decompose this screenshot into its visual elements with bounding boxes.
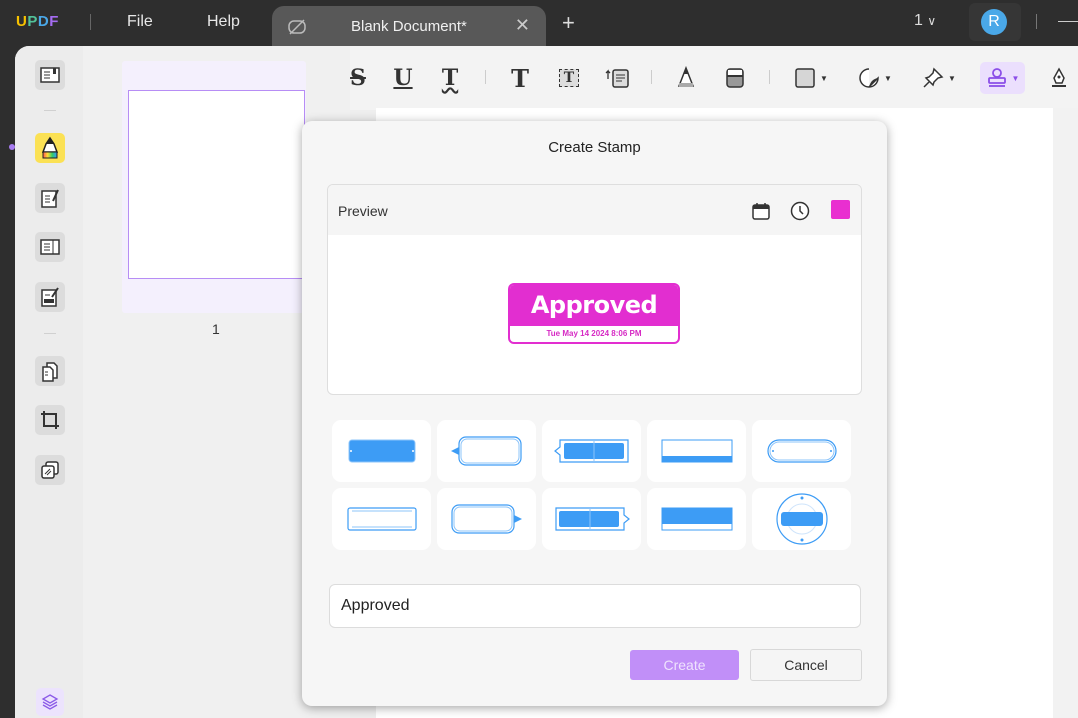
window-selector[interactable]: 1 ∨: [914, 12, 936, 30]
stamp-button[interactable]: ▼: [980, 62, 1025, 94]
rectangle-icon: [795, 68, 815, 88]
form-button[interactable]: [35, 232, 65, 262]
cancel-button[interactable]: Cancel: [750, 649, 862, 681]
stamp-style-option[interactable]: [437, 488, 536, 550]
dropdown-caret-icon: ▼: [1011, 73, 1020, 83]
divider: [485, 70, 486, 84]
squiggly-icon: T: [441, 65, 459, 91]
calendar-icon[interactable]: [751, 201, 771, 226]
divider: [651, 70, 652, 84]
pen-nib-icon: [1052, 67, 1066, 87]
minimize-button[interactable]: [1058, 21, 1078, 22]
preview-header: Preview: [328, 185, 861, 235]
sticker-icon: [859, 68, 879, 88]
stamp-name-input[interactable]: [329, 584, 861, 628]
pencil-button[interactable]: [671, 62, 701, 94]
layers-icon: [41, 694, 59, 710]
pages-icon: [42, 362, 58, 382]
pencil-icon: [677, 66, 695, 87]
strikethrough-icon: S: [350, 65, 366, 91]
stamp-preview-panel: Preview Approved Tue May 14 2024 8:06 PM: [327, 184, 862, 395]
dropdown-caret-icon: ▼: [884, 73, 892, 83]
eraser-button[interactable]: [720, 62, 750, 94]
watermark-icon: [41, 461, 59, 479]
layers-button[interactable]: [36, 688, 64, 716]
comment-button[interactable]: [35, 133, 65, 163]
stamp-style-option[interactable]: [647, 420, 746, 482]
stamp-preview: Approved Tue May 14 2024 8:06 PM: [508, 283, 680, 344]
menu-file[interactable]: File: [127, 13, 153, 31]
active-indicator: [9, 144, 15, 150]
eraser-icon: [726, 68, 744, 88]
stamp-style-option[interactable]: [752, 488, 851, 550]
form-icon: [40, 239, 60, 255]
divider: [90, 14, 91, 30]
reader-button[interactable]: [35, 60, 65, 90]
menu-help[interactable]: Help: [207, 13, 240, 31]
divider: [769, 70, 770, 84]
highlighter-icon: [41, 136, 59, 159]
page-number: 1: [212, 321, 220, 337]
pin-icon: [923, 67, 944, 88]
sign-document-icon: [41, 287, 59, 307]
divider: [44, 333, 56, 334]
text-button[interactable]: T: [505, 62, 535, 94]
underline-button[interactable]: U: [388, 62, 418, 94]
text-callout-button[interactable]: [603, 62, 633, 94]
stamp-style-option[interactable]: [647, 488, 746, 550]
underline-icon: U: [393, 65, 413, 91]
crop-icon: [41, 411, 59, 429]
watermark-button[interactable]: [35, 455, 65, 485]
color-picker-swatch[interactable]: [831, 200, 850, 219]
dropdown-caret-icon: ▼: [820, 73, 828, 83]
edit-document-icon: [41, 189, 59, 208]
tab-title: Blank Document*: [351, 18, 467, 35]
stamp-text: Approved: [510, 285, 678, 326]
create-button[interactable]: Create: [630, 650, 739, 680]
organize-pages-button[interactable]: [35, 356, 65, 386]
tab-blank-document[interactable]: Blank Document* ✕: [272, 6, 546, 46]
shape-button[interactable]: ▼: [790, 62, 832, 94]
scroll-area: [1053, 108, 1078, 718]
sticker-button[interactable]: ▼: [854, 62, 896, 94]
edit-pdf-button[interactable]: [35, 183, 65, 213]
page-thumbnail-image[interactable]: [128, 90, 305, 279]
squiggly-button[interactable]: T: [435, 62, 465, 94]
stamp-icon: [987, 68, 1006, 87]
text-callout-icon: [605, 69, 629, 88]
window-count: 1: [914, 12, 923, 29]
account-button[interactable]: R: [969, 3, 1021, 41]
stamp-style-option[interactable]: [542, 488, 641, 550]
strikethrough-button[interactable]: S: [348, 62, 368, 94]
app-logo: UPDF: [16, 13, 59, 30]
chevron-down-icon: ∨: [927, 14, 937, 28]
hide-icon[interactable]: [286, 17, 308, 42]
book-icon: [40, 67, 60, 83]
create-stamp-dialog: Create Stamp Preview Approved Tue May 14…: [302, 121, 887, 706]
signature-button[interactable]: [1045, 62, 1073, 94]
stamp-style-option[interactable]: [752, 420, 851, 482]
stamp-style-option[interactable]: [542, 420, 641, 482]
stamp-style-option[interactable]: [332, 420, 431, 482]
pin-button[interactable]: ▼: [918, 62, 960, 94]
clock-icon[interactable]: [790, 201, 810, 226]
close-icon[interactable]: ✕: [515, 15, 530, 36]
textbox-button[interactable]: T: [555, 62, 583, 94]
textbox-icon: T: [558, 69, 580, 87]
dropdown-caret-icon: ▼: [948, 73, 956, 83]
text-icon: T: [511, 63, 529, 93]
avatar: R: [981, 9, 1007, 35]
dialog-title: Create Stamp: [548, 139, 641, 156]
new-tab-button[interactable]: +: [562, 10, 575, 36]
fill-sign-button[interactable]: [35, 282, 65, 312]
divider: [44, 110, 56, 111]
preview-label: Preview: [338, 203, 388, 219]
stamp-style-option[interactable]: [437, 420, 536, 482]
divider: [1036, 14, 1037, 29]
stamp-date: Tue May 14 2024 8:06 PM: [546, 329, 642, 338]
title-bar: UPDF File Help Blank Document* ✕ + 1 ∨ R: [0, 0, 1078, 46]
stamp-style-option[interactable]: [332, 488, 431, 550]
crop-button[interactable]: [35, 405, 65, 435]
